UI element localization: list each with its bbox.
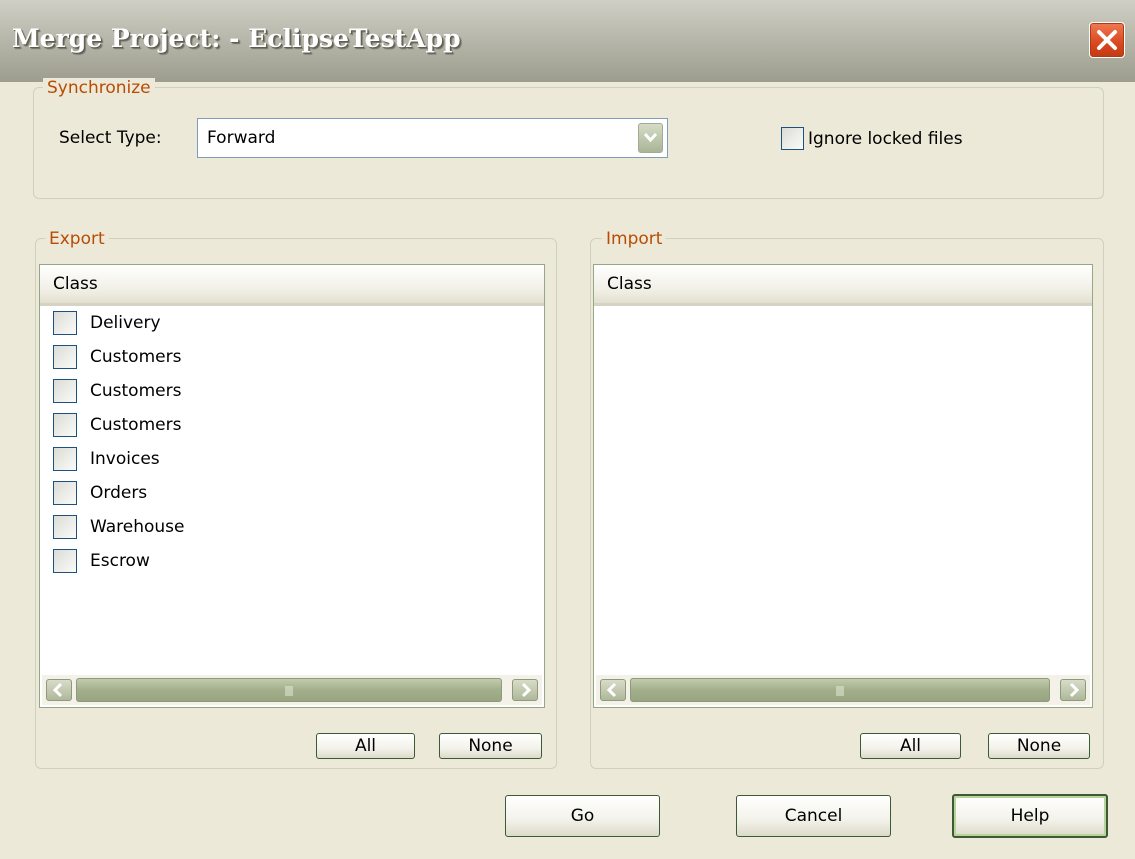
scroll-right-button[interactable] (512, 679, 538, 701)
export-legend: Export (45, 229, 109, 249)
chevron-down-icon (643, 132, 658, 143)
chevron-left-icon (606, 682, 617, 698)
synchronize-legend: Synchronize (43, 78, 155, 98)
help-button[interactable]: Help (952, 794, 1108, 838)
list-item-checkbox[interactable] (53, 379, 77, 403)
list-item-checkbox[interactable] (53, 447, 77, 471)
import-legend: Import (602, 229, 667, 249)
list-item[interactable]: Escrow (53, 549, 353, 579)
ignore-locked-label[interactable]: Ignore locked files (808, 129, 963, 149)
import-column-header[interactable]: Class (594, 265, 1092, 306)
import-none-button[interactable]: None (988, 733, 1090, 759)
scrollbar-grip-icon (836, 686, 844, 696)
chevron-right-icon (521, 682, 532, 698)
select-type-dropdown[interactable]: Forward (197, 118, 668, 158)
list-item[interactable]: Orders (53, 481, 353, 511)
export-all-button[interactable]: All (316, 733, 415, 759)
import-all-label: All (899, 736, 922, 756)
import-column-header-label: Class (607, 274, 652, 294)
select-type-value: Forward (207, 128, 276, 148)
list-item-label: Invoices (90, 449, 160, 469)
title-bar[interactable]: Merge Project: - EclipseTestApp (0, 0, 1135, 82)
import-all-button[interactable]: All (860, 733, 961, 759)
list-item-label: Warehouse (90, 517, 185, 537)
import-class-list[interactable]: Class (593, 264, 1093, 708)
scrollbar-thumb[interactable] (630, 678, 1050, 702)
go-label: Go (570, 806, 595, 826)
scroll-left-button[interactable] (600, 679, 626, 701)
cancel-label: Cancel (784, 806, 843, 826)
import-none-label: None (1016, 736, 1062, 756)
export-horizontal-scrollbar[interactable] (42, 675, 542, 705)
ignore-locked-checkbox[interactable] (781, 127, 804, 150)
list-item-checkbox[interactable] (53, 549, 77, 573)
list-item[interactable]: Customers (53, 413, 353, 443)
chevron-left-icon (52, 682, 63, 698)
list-item-label: Escrow (90, 551, 150, 571)
list-item-label: Delivery (90, 313, 161, 333)
list-item[interactable]: Invoices (53, 447, 353, 477)
list-item-label: Customers (90, 381, 182, 401)
select-type-label: Select Type: (59, 128, 162, 148)
help-label: Help (1010, 806, 1050, 826)
scrollbar-thumb[interactable] (76, 678, 502, 702)
list-item-label: Customers (90, 347, 182, 367)
list-item-label: Customers (90, 415, 182, 435)
list-item[interactable]: Delivery (53, 311, 353, 341)
export-column-header-label: Class (53, 274, 98, 294)
go-button[interactable]: Go (505, 795, 660, 837)
export-all-label: All (354, 736, 377, 756)
list-item[interactable]: Customers (53, 379, 353, 409)
import-horizontal-scrollbar[interactable] (596, 675, 1090, 705)
scroll-right-button[interactable] (1060, 679, 1086, 701)
list-item-checkbox[interactable] (53, 345, 77, 369)
dropdown-button[interactable] (638, 123, 663, 153)
export-class-list[interactable]: Class Delivery Customers Customers Custo… (39, 264, 545, 708)
list-item-checkbox[interactable] (53, 413, 77, 437)
list-item-label: Orders (90, 483, 148, 503)
export-column-header[interactable]: Class (40, 265, 544, 306)
close-button[interactable] (1089, 22, 1125, 58)
chevron-right-icon (1069, 682, 1080, 698)
export-none-button[interactable]: None (439, 733, 542, 759)
cancel-button[interactable]: Cancel (736, 795, 891, 837)
list-item-checkbox[interactable] (53, 481, 77, 505)
list-item[interactable]: Customers (53, 345, 353, 375)
export-none-label: None (468, 736, 513, 756)
window-title: Merge Project: - EclipseTestApp (12, 24, 461, 53)
scroll-left-button[interactable] (46, 679, 72, 701)
list-item[interactable]: Warehouse (53, 515, 353, 545)
list-item-checkbox[interactable] (53, 311, 77, 335)
close-icon (1097, 30, 1117, 50)
scrollbar-grip-icon (285, 686, 293, 696)
list-item-checkbox[interactable] (53, 515, 77, 539)
